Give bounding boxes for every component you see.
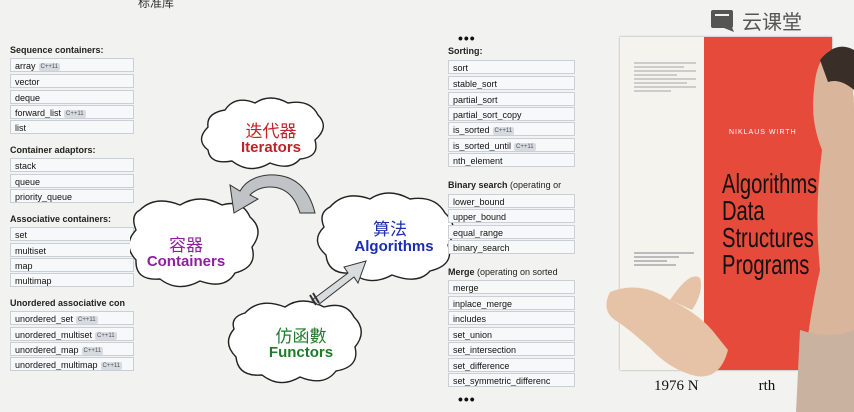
list-item[interactable]: stack bbox=[10, 158, 134, 172]
list-item[interactable]: queue bbox=[10, 174, 134, 188]
list-item[interactable]: inplace_merge bbox=[448, 296, 575, 310]
group-title-binary-search: Binary search (operating or bbox=[448, 180, 562, 190]
list-item[interactable]: partial_sort bbox=[448, 92, 575, 106]
list-item[interactable]: multimap bbox=[10, 273, 134, 287]
group-title-sorting: Sorting: bbox=[448, 46, 483, 56]
list-item[interactable]: nth_element bbox=[448, 153, 575, 167]
list-item[interactable]: equal_range bbox=[448, 225, 575, 239]
list-item[interactable]: includes bbox=[448, 311, 575, 325]
logo-icon bbox=[711, 9, 734, 32]
list-item[interactable]: priority_queue bbox=[10, 189, 134, 203]
ellipsis-top: ••• bbox=[458, 30, 476, 46]
list-item[interactable]: binary_search bbox=[448, 240, 575, 254]
list-item[interactable]: forward_list C++11 bbox=[10, 105, 134, 119]
list-item[interactable]: stable_sort bbox=[448, 76, 575, 90]
badge: C++11 bbox=[492, 126, 515, 135]
iterators-label-en: Iterators bbox=[240, 139, 302, 156]
list-item[interactable]: partial_sort_copy bbox=[448, 107, 575, 121]
list-item[interactable]: deque bbox=[10, 90, 134, 104]
list-item[interactable]: is_sorted C++11 bbox=[448, 122, 575, 136]
badge: C++11 bbox=[64, 109, 86, 118]
list-item[interactable]: unordered_multiset C++11 bbox=[10, 327, 134, 341]
list-item[interactable]: unordered_map C++11 bbox=[10, 342, 134, 356]
group-title-unordered: Unordered associative con bbox=[10, 298, 126, 308]
list-item[interactable]: set_difference bbox=[448, 358, 575, 372]
list-item[interactable]: sort bbox=[448, 60, 575, 74]
curved-arrow bbox=[229, 174, 316, 214]
badge: C++11 bbox=[76, 315, 98, 324]
containers-label-en: Containers bbox=[146, 253, 226, 270]
list-item[interactable]: set bbox=[10, 227, 134, 241]
list-item[interactable]: vector bbox=[10, 74, 134, 88]
group-title-adaptors: Container adaptors: bbox=[10, 145, 96, 155]
list-item[interactable]: merge bbox=[448, 280, 575, 294]
group-title-associative: Associative containers: bbox=[10, 214, 112, 224]
list-item[interactable]: lower_bound bbox=[448, 194, 575, 208]
badge: C++11 bbox=[95, 331, 117, 340]
badge: C++11 bbox=[81, 346, 104, 355]
badge: C++11 bbox=[514, 142, 536, 151]
list-item[interactable]: unordered_set C++11 bbox=[10, 311, 134, 325]
list-item[interactable]: is_sorted_until C++11 bbox=[448, 138, 575, 152]
functors-label-en: Functors bbox=[268, 344, 334, 361]
list-item[interactable]: unordered_multimap C++11 bbox=[10, 357, 134, 371]
badge: C++11 bbox=[38, 62, 61, 71]
ellipsis-bottom: ••• bbox=[458, 391, 476, 407]
list-item[interactable]: map bbox=[10, 258, 134, 272]
badge: C++11 bbox=[100, 361, 123, 370]
slide-title-fragment: 标准库 bbox=[138, 0, 175, 10]
presenter-silhouette bbox=[606, 46, 854, 412]
list-item[interactable]: set_symmetric_differenc bbox=[448, 373, 575, 387]
list-item[interactable]: set_union bbox=[448, 327, 575, 341]
algorithms-label-cn: 算法 bbox=[373, 220, 407, 240]
algorithms-label-en: Algorithms bbox=[354, 238, 434, 255]
list-item[interactable]: array C++11 bbox=[10, 58, 134, 72]
list-item[interactable]: upper_bound bbox=[448, 209, 575, 223]
list-item[interactable]: multiset bbox=[10, 243, 134, 257]
group-title-merge: Merge (operating on sorted bbox=[448, 267, 558, 277]
list-item[interactable]: set_intersection bbox=[448, 342, 575, 356]
group-title-sequence: Sequence containers: bbox=[10, 45, 104, 55]
list-item[interactable]: list bbox=[10, 120, 134, 134]
